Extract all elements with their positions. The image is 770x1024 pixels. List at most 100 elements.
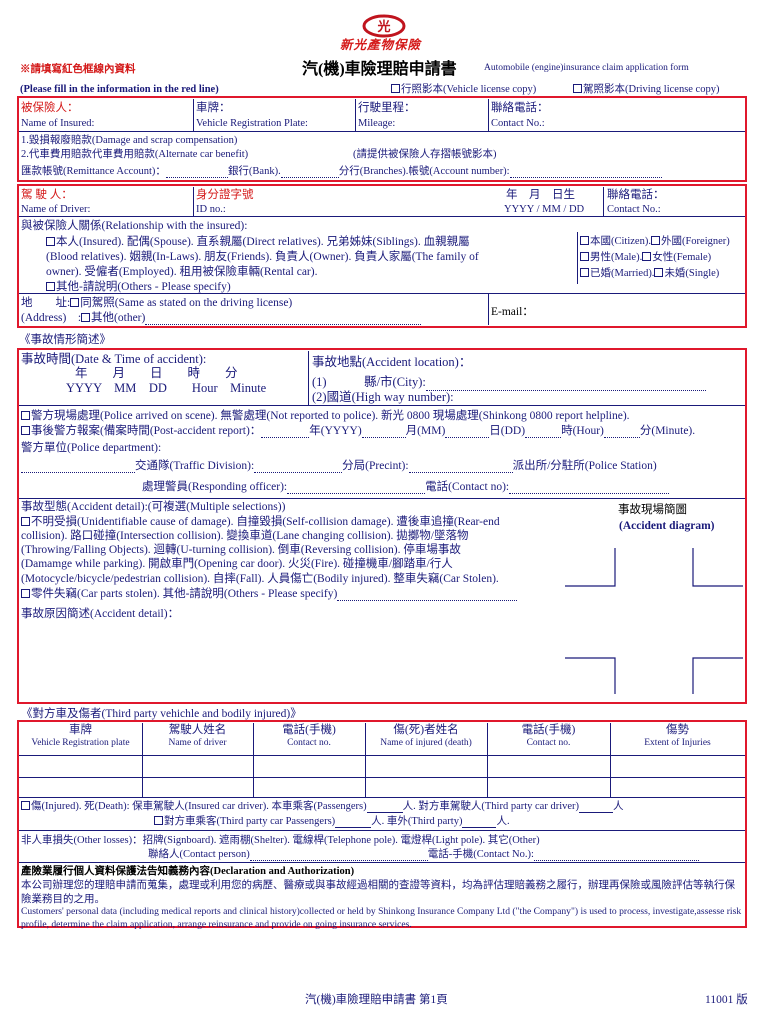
attach-vehicle-license[interactable]: 行照影本(Vehicle license copy): [391, 83, 536, 96]
checkbox[interactable]: [70, 298, 80, 307]
checkbox[interactable]: [573, 84, 582, 93]
table-header-cell: 駕駛人姓名 Name of driver: [142, 724, 253, 749]
address-other-field[interactable]: [145, 324, 422, 326]
highway-field[interactable]: [453, 404, 722, 406]
post-report-row[interactable]: 事後警方報案(備案時間(Post-accident report)： 年(YYYY…: [21, 424, 695, 439]
checkbox[interactable]: [81, 313, 91, 322]
accident-type-1[interactable]: 不明受損(Unidentifiable cause of damage). 自撞…: [21, 515, 500, 529]
contact-person-field[interactable]: [249, 860, 428, 862]
table-header-cell: 電話(手機) Contact no.: [253, 724, 365, 749]
checkbox[interactable]: [46, 237, 55, 246]
plate-label-en: Vehicle Registration Plate:: [196, 118, 308, 129]
checkbox[interactable]: [46, 282, 55, 291]
checkbox[interactable]: [154, 816, 163, 825]
passenger-count-field[interactable]: [366, 812, 403, 814]
damage-option: 1.毀損報廢賠款(Damage and scrap compensation): [21, 135, 238, 146]
relationship-line-2: (Blood relatives). 姻親(In-Laws). 朋友(Frien…: [46, 251, 479, 263]
dob-label: 年 月 日生: [506, 189, 575, 201]
mileage-label-en: Mileage:: [358, 118, 396, 129]
accident-other-field[interactable]: [337, 600, 518, 602]
report-minute-field[interactable]: [603, 437, 640, 439]
attach-driving-license[interactable]: 駕照影本(Driving license copy): [573, 83, 719, 96]
third-passenger-count-field[interactable]: [335, 827, 372, 829]
relationship-title: 與被保險人關係(Relationship with the insured):: [21, 220, 248, 232]
accident-type-4: (Damamge while parking). 開啟車門(Opening ca…: [21, 558, 453, 570]
dob-format: YYYY / MM / DD: [504, 204, 585, 215]
bank-field[interactable]: [165, 177, 228, 179]
checkbox[interactable]: [21, 426, 30, 435]
checkbox[interactable]: [580, 268, 589, 277]
relationship-line-3: owner). 受僱者(Employed). 租用被保險車輛(Rental ca…: [46, 266, 318, 278]
header-en: Vehicle Registration plate: [31, 737, 130, 748]
header-en: Contact no.: [526, 737, 571, 748]
mileage-label: 行駛里程：: [358, 102, 416, 114]
third-outside-count-field[interactable]: [462, 827, 497, 829]
company-logo: 光: [362, 14, 406, 38]
location-highway-row: (2)國道(High way number):: [312, 390, 722, 406]
checkbox[interactable]: [21, 801, 30, 810]
branch-field[interactable]: [280, 177, 339, 179]
accident-type-2: collision). 路口碰撞(Intersection collision)…: [21, 530, 469, 542]
checkbox[interactable]: [21, 517, 30, 526]
accident-type-5: (Motocycle/bicycle/pedestrian collision)…: [21, 573, 499, 585]
checkbox[interactable]: [21, 589, 30, 598]
report-hour-field[interactable]: [525, 437, 562, 439]
insured-contact-label: 聯絡電話：: [491, 102, 549, 114]
header-zh: 傷勢: [666, 724, 689, 736]
checkbox[interactable]: [580, 252, 589, 261]
officer-contact-field[interactable]: [509, 493, 670, 495]
third-driver-count-field[interactable]: [579, 812, 614, 814]
address-other-row[interactable]: (Address) : 其他(other): [21, 311, 422, 326]
driver-name-label-en: Name of Driver:: [21, 204, 91, 215]
checkbox[interactable]: [650, 236, 660, 245]
station-field[interactable]: [408, 472, 513, 474]
id-label-en: ID no.:: [196, 204, 226, 215]
footer-page: 汽(機)車險理賠申請書 第1頁: [305, 994, 448, 1006]
plate-label: 車牌：: [196, 102, 231, 114]
header-zh: 電話(手機): [521, 724, 576, 736]
accident-type-3: (Throwing/Falling Objects). 迴轉(U-turning…: [21, 544, 461, 556]
accident-time-en: YYYY MM DD Hour Minute: [66, 381, 267, 395]
police-handling-row[interactable]: 警方現場處理(Police arrived on scene). 無警處理(No…: [21, 409, 630, 423]
declaration-zh: 本公司辦理您的理賠申請而蒐集，處理或利用您的病歷、醫療或與事故經過相關的查證等資…: [21, 880, 735, 905]
precinct-field[interactable]: [254, 472, 343, 474]
header-zh: 駕駛人姓名: [168, 724, 227, 736]
account-field[interactable]: [509, 177, 662, 179]
table-header-cell: 傷(死)者姓名 Name of injured (death): [365, 724, 487, 749]
driver-contact-label: 聯絡電話：: [607, 189, 665, 201]
relationship-line-1[interactable]: 本人(Insured). 配偶(Spouse). 直系親屬(Direct rel…: [46, 235, 470, 249]
address-same-row[interactable]: 地 址: 同駕照(Same as stated on the driving li…: [21, 296, 292, 310]
checkbox[interactable]: [391, 84, 400, 93]
intersection-diagram[interactable]: [565, 548, 743, 694]
traffic-field[interactable]: [21, 472, 135, 474]
checkbox[interactable]: [654, 268, 664, 277]
logo-emblem-icon: 光: [362, 14, 406, 38]
accident-cause-label: 事故原因簡述(Accident detail)：: [21, 608, 180, 620]
insured-contact-label-en: Contact No.:: [491, 118, 545, 129]
accident-type-6[interactable]: 零件失竊(Car parts stolen). 其他-請說明(Others - …: [21, 587, 518, 602]
checkbox[interactable]: [21, 411, 30, 420]
checkbox[interactable]: [642, 252, 652, 261]
injury-row-2[interactable]: 對方車乘客(Third party car Passengers) 人. 車外(T…: [154, 815, 510, 829]
marital-row[interactable]: 已婚(Married). 未婚(Single): [580, 267, 719, 280]
header-en: Name of injured (death): [380, 737, 472, 748]
other-losses-row[interactable]: 非人車損失(Other losses)：招牌(Signboard). 遮雨棚(S…: [21, 834, 540, 847]
insured-name-label-en: Name of Insured:: [21, 118, 95, 129]
officer-field[interactable]: [287, 493, 426, 495]
contact-phone-field[interactable]: [533, 860, 699, 862]
report-month-field[interactable]: [361, 437, 406, 439]
checkbox[interactable]: [580, 236, 589, 245]
diagram-title: 事故現場簡圖: [618, 504, 687, 516]
company-name: 新光產物保險: [340, 38, 422, 52]
police-department-label: 警方單位(Police department):: [21, 442, 162, 454]
footer-version: 11001 版: [705, 994, 748, 1006]
svg-text:光: 光: [376, 19, 390, 35]
nationality-row[interactable]: 本國(Citizen). 外國(Foreigner): [580, 235, 730, 248]
accident-type-title: 事故型態(Accident detail):(可複選(Multiple sele…: [21, 501, 286, 513]
table-header-cell: 車牌 Vehicle Registration plate: [19, 724, 142, 749]
report-day-field[interactable]: [445, 437, 490, 439]
gender-row[interactable]: 男性(Male). 女性(Female): [580, 251, 711, 264]
report-year-field[interactable]: [261, 437, 310, 439]
header-zh: 傷(死)者姓名: [393, 724, 459, 736]
injury-row-1[interactable]: 傷(Injured). 死(Death): 保車駕駛人(Insured car …: [21, 800, 624, 814]
